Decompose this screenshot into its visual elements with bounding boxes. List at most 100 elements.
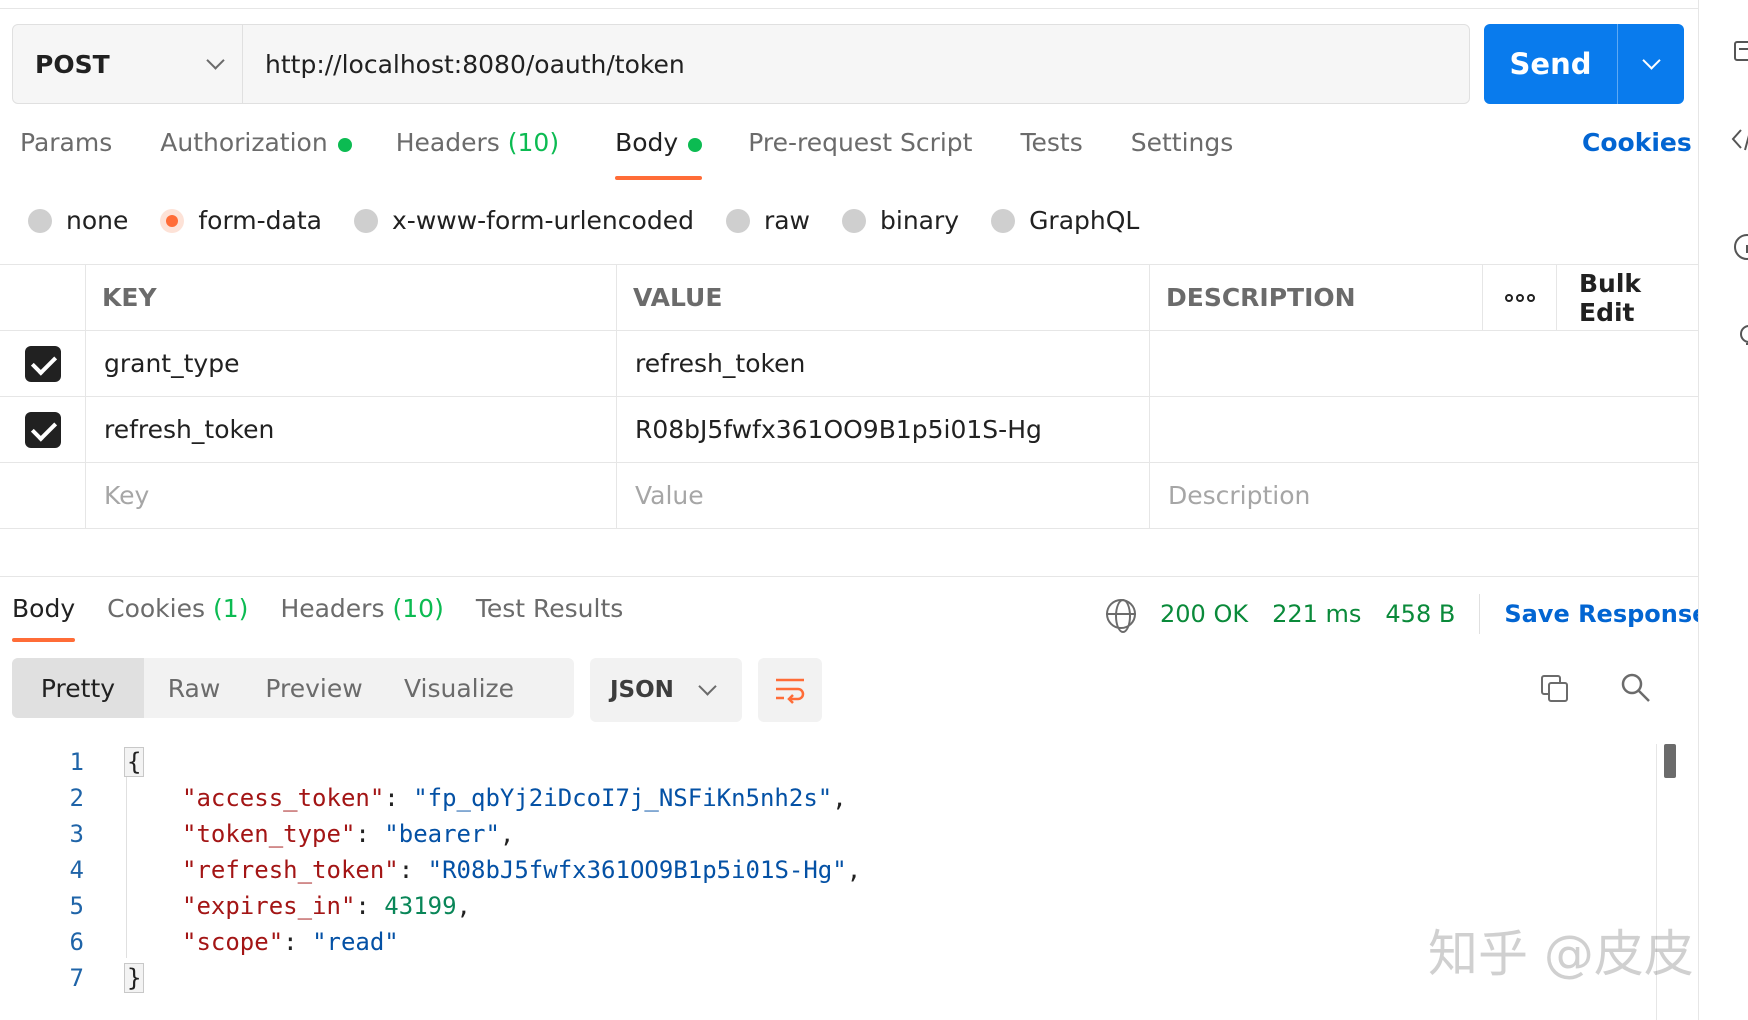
tab-label: Test Results (475, 594, 624, 623)
radio-none[interactable]: none (28, 206, 128, 235)
cookies-link[interactable]: Cookies (1582, 128, 1692, 157)
radio-label: raw (763, 206, 810, 235)
tab-label: Body (615, 128, 679, 157)
response-tab-cookies[interactable]: Cookies (1) (107, 594, 248, 623)
tab-headers[interactable]: Headers (10) (396, 128, 559, 178)
key-input[interactable]: Key (86, 463, 617, 528)
method-label: POST (35, 49, 110, 79)
close-brace: } (124, 963, 145, 993)
line-number: 1 (69, 748, 84, 776)
radio-binary[interactable]: binary (842, 206, 959, 235)
radio-raw[interactable]: raw (725, 206, 810, 235)
tab-settings[interactable]: Settings (1131, 128, 1234, 178)
value-cell[interactable]: refresh_token (617, 331, 1150, 396)
format-select[interactable]: JSON (590, 658, 742, 722)
line-number: 5 (69, 892, 84, 920)
json-value: "fp_qbYj2iDcoI7j_NSFiKn5nh2s" (413, 784, 833, 812)
status-code[interactable]: 200 OK (1160, 600, 1248, 628)
radio-x-www-form-urlencoded[interactable]: x-www-form-urlencoded (354, 206, 694, 235)
json-colon: : (355, 892, 385, 920)
radio-label: x-www-form-urlencoded (392, 206, 694, 235)
body-type-options: none form-data x-www-form-urlencoded raw… (28, 206, 1171, 235)
key-cell[interactable]: refresh_token (86, 397, 617, 462)
view-raw[interactable]: Raw (144, 658, 244, 718)
url-input[interactable]: http://localhost:8080/oauth/token (243, 25, 1469, 103)
lightbulb-icon[interactable] (1729, 322, 1748, 352)
search-icon[interactable] (1620, 672, 1652, 704)
response-code-viewer[interactable]: 1 {2 "access_token": "fp_qbYj2iDcoI7j_NSFi… (0, 744, 1660, 1004)
radio-label: none (66, 206, 129, 235)
json-key: "expires_in" (182, 892, 356, 920)
json-colon: : (398, 856, 428, 884)
line-number: 4 (69, 856, 84, 884)
table-header-row: KEY VALUE DESCRIPTION Bulk Edit (0, 265, 1698, 331)
line-number: 3 (69, 820, 84, 848)
divider (1479, 594, 1481, 634)
request-url-bar: POST http://localhost:8080/oauth/token (12, 24, 1470, 104)
description-input[interactable]: Description (1150, 463, 1698, 528)
radio-circle (725, 208, 750, 233)
tab-pre-request-script[interactable]: Pre-request Script (748, 128, 972, 178)
more-dots-icon (1504, 293, 1535, 302)
json-colon: : (355, 820, 385, 848)
radio-label: form-data (198, 206, 322, 235)
code-line: 6 "scope": "read" (0, 924, 1660, 960)
form-data-table: KEY VALUE DESCRIPTION Bulk Edit grant_ty… (0, 264, 1698, 529)
description-cell[interactable] (1150, 397, 1698, 462)
code-icon[interactable] (1729, 124, 1748, 154)
json-value: "bearer" (384, 820, 500, 848)
json-value: 43199 (384, 892, 457, 920)
response-size[interactable]: 458 B (1385, 600, 1455, 628)
code-line: 7} (0, 960, 1660, 996)
response-tab-headers[interactable]: Headers (10) (280, 594, 443, 623)
description-cell[interactable] (1150, 331, 1698, 396)
view-preview[interactable]: Preview (244, 658, 384, 718)
tab-tests[interactable]: Tests (1020, 128, 1082, 178)
radio-graphql[interactable]: GraphQL (991, 206, 1139, 235)
header-checkbox-column (0, 265, 86, 330)
scrollbar-thumb[interactable] (1664, 744, 1676, 778)
radio-circle (354, 208, 378, 233)
view-visualize[interactable]: Visualize (384, 658, 534, 718)
response-tab-test-results[interactable]: Test Results (476, 594, 623, 623)
response-tab-body[interactable]: Body (12, 594, 76, 642)
info-icon[interactable] (1729, 232, 1748, 262)
code-line: 2 "access_token": "fp_qbYj2iDcoI7j_NSFiKn… (0, 780, 1660, 816)
globe-icon[interactable] (1106, 599, 1136, 633)
response-divider (0, 576, 1698, 577)
code-line: 5 "expires_in": 43199, (0, 888, 1660, 924)
json-colon: : (283, 928, 313, 956)
row-checkbox[interactable] (0, 331, 86, 396)
value-cell[interactable]: R08bJ5fwfx361OO9B1p5i01S-Hg (617, 397, 1150, 462)
json-value: "read" (312, 928, 399, 956)
empty-checkbox-cell (0, 463, 86, 528)
bulk-edit-button[interactable]: Bulk Edit (1557, 265, 1698, 330)
open-brace: { (124, 747, 145, 777)
tab-label: Cookies (107, 594, 206, 623)
row-checkbox[interactable] (0, 397, 86, 462)
copy-icon[interactable] (1540, 674, 1570, 704)
radio-form-data[interactable]: form-data (160, 206, 322, 235)
send-options-dropdown[interactable] (1618, 24, 1684, 104)
view-pretty[interactable]: Pretty (12, 658, 144, 718)
method-select[interactable]: POST (13, 25, 243, 103)
json-comma: , (846, 856, 862, 884)
wrap-lines-icon (776, 678, 805, 704)
wrap-lines-button[interactable] (758, 658, 822, 722)
comments-icon[interactable] (1729, 38, 1748, 68)
send-button[interactable]: Send (1484, 24, 1618, 104)
tab-label: Pre-request Script (748, 128, 973, 157)
right-sidebar (1698, 0, 1748, 1020)
response-time[interactable]: 221 ms (1272, 600, 1361, 628)
tab-authorization[interactable]: Authorization (160, 128, 352, 178)
radio-circle (842, 208, 866, 233)
column-header-description: DESCRIPTION (1150, 265, 1483, 330)
key-cell[interactable]: grant_type (86, 331, 617, 396)
tab-body[interactable]: Body (615, 128, 703, 180)
value-input[interactable]: Value (617, 463, 1150, 528)
json-colon: : (384, 784, 414, 812)
tab-params[interactable]: Params (20, 128, 112, 178)
request-tabs: Params Authorization Headers (10) Body Pr… (20, 128, 1234, 180)
more-options-button[interactable] (1483, 265, 1557, 330)
headers-count: (10) (507, 128, 560, 157)
